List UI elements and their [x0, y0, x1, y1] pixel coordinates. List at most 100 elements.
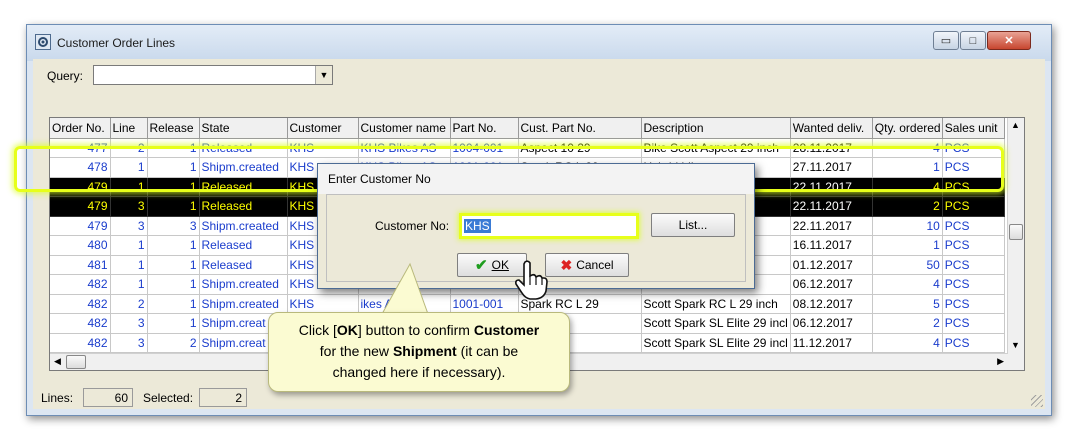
table-cell: Shipm.created — [199, 216, 288, 236]
table-cell: PCS — [942, 157, 1005, 178]
table-cell: 22.11.2017 — [790, 196, 873, 217]
table-cell: PCS — [942, 235, 1005, 256]
callout-bold-shipment: Shipment — [392, 343, 457, 359]
column-header[interactable]: State — [199, 118, 288, 139]
callout-bold-ok: OK — [336, 322, 358, 338]
table-cell: Released — [199, 138, 288, 158]
table-cell: 10 — [872, 216, 943, 236]
hand-cursor-icon — [515, 260, 548, 300]
column-header[interactable]: Order No. — [50, 118, 111, 139]
scroll-down-icon[interactable]: ▼ — [1011, 340, 1020, 350]
query-label: Query: — [47, 69, 84, 83]
table-cell: 1 — [147, 157, 200, 178]
checkmark-icon: ✔ — [475, 257, 488, 274]
table-cell: 4 — [872, 333, 943, 353]
table-cell: 479 — [50, 177, 111, 197]
table-cell: 1 — [147, 177, 200, 197]
customer-no-value: KHS — [464, 219, 491, 233]
horizontal-scroll-thumb[interactable] — [66, 355, 86, 369]
scroll-up-icon[interactable]: ▲ — [1011, 120, 1020, 130]
table-cell: 1 — [872, 157, 943, 178]
column-header[interactable]: Qty. ordered — [872, 118, 943, 139]
table-cell: Shipm.created — [199, 274, 288, 295]
resize-grip-icon[interactable] — [1031, 395, 1043, 407]
table-cell: 1 — [110, 177, 148, 197]
column-header[interactable]: Description — [641, 118, 791, 139]
callout-line-3: changed here if necessary). — [332, 364, 506, 380]
table-cell: KHS — [287, 294, 359, 314]
table-cell: 478 — [50, 157, 111, 178]
table-cell: Aspect 10 29 — [518, 138, 642, 158]
table-cell: 482 — [50, 313, 111, 334]
dialog-title: Enter Customer No — [318, 164, 754, 194]
table-cell: Scott Spark SL Elite 29 incl — [641, 313, 791, 334]
help-callout: Click [OK] button to confirm Customer fo… — [268, 312, 570, 392]
vertical-scrollbar[interactable]: ▲ ▼ — [1007, 118, 1024, 370]
table-cell: 1 — [147, 255, 200, 275]
query-dropdown[interactable]: ▼ — [93, 65, 333, 85]
table-cell: 1 — [147, 313, 200, 334]
table-cell: 28.11.2017 — [790, 138, 873, 158]
customer-no-label: Customer No: — [375, 219, 450, 233]
table-cell: 3 — [147, 216, 200, 236]
vertical-scroll-thumb[interactable] — [1009, 224, 1023, 240]
table-cell: 479 — [50, 196, 111, 217]
table-cell: 1 — [110, 157, 148, 178]
callout-text: (it can be — [456, 343, 519, 359]
cancel-button[interactable]: ✖ Cancel — [545, 253, 629, 277]
table-cell: PCS — [942, 216, 1005, 236]
cancel-button-label: Cancel — [576, 258, 614, 272]
scroll-right-icon[interactable]: ▶ — [997, 356, 1004, 367]
table-cell: 4 — [872, 274, 943, 295]
column-header[interactable]: Customer — [287, 118, 359, 139]
table-cell: 3 — [110, 196, 148, 217]
column-header[interactable]: Cust. Part No. — [518, 118, 642, 139]
table-cell: 1 — [147, 196, 200, 217]
table-cell: 479 — [50, 216, 111, 236]
table-cell: 482 — [50, 294, 111, 314]
table-cell: PCS — [942, 138, 1005, 158]
table-cell: 27.11.2017 — [790, 157, 873, 178]
minimize-button[interactable]: ▭ — [933, 31, 959, 50]
table-cell: 1 — [147, 274, 200, 295]
table-cell: 11.12.2017 — [790, 333, 873, 353]
table-cell: Bike Scott Aspect 29 inch — [641, 138, 791, 158]
table-cell: 2 — [110, 138, 148, 158]
close-button[interactable]: ✕ — [987, 31, 1031, 50]
dropdown-arrow-icon[interactable]: ▼ — [315, 66, 332, 84]
table-row[interactable]: 477 2 1 Released KHS KHS Bikes AS 1004-001 Aspe… — [50, 138, 1005, 158]
callout-bold-customer: Customer — [473, 322, 540, 338]
table-cell: Shipm.created — [199, 157, 288, 178]
table-cell: 3 — [110, 333, 148, 353]
table-cell: KHS Bikes AS — [358, 138, 451, 158]
scroll-left-icon[interactable]: ◀ — [54, 356, 61, 367]
maximize-button[interactable]: □ — [960, 31, 986, 50]
table-cell: 1 — [147, 294, 200, 314]
table-cell: Released — [199, 255, 288, 275]
column-header[interactable]: Customer name — [358, 118, 451, 139]
list-button[interactable]: List... — [651, 213, 735, 237]
table-cell: Scott Spark RC L 29 inch — [641, 294, 791, 314]
column-header[interactable]: Wanted deliv. — [790, 118, 873, 139]
table-cell: 2 — [110, 294, 148, 314]
callout-pointer — [381, 262, 429, 314]
callout-line-2: for the new Shipment (it can be — [269, 341, 569, 362]
callout-text: Click [ — [298, 322, 337, 338]
maximize-icon: □ — [969, 34, 977, 47]
customer-no-input[interactable]: KHS — [459, 213, 639, 239]
table-cell: 477 — [50, 138, 111, 158]
table-cell: PCS — [942, 313, 1005, 334]
column-header[interactable]: Sales unit — [942, 118, 1005, 139]
table-cell: 08.12.2017 — [790, 294, 873, 314]
lines-label: Lines: — [41, 391, 74, 405]
selected-count: 2 — [199, 388, 247, 407]
table-cell: 06.12.2017 — [790, 274, 873, 295]
table-cell: KHS — [287, 138, 359, 158]
column-header[interactable]: Release — [147, 118, 200, 139]
table-cell: Shipm.created — [199, 294, 288, 314]
column-header[interactable]: Line — [110, 118, 148, 139]
table-cell: 2 — [147, 333, 200, 353]
callout-text: for the new — [319, 343, 393, 359]
table-cell: 482 — [50, 333, 111, 353]
column-header[interactable]: Part No. — [450, 118, 519, 139]
